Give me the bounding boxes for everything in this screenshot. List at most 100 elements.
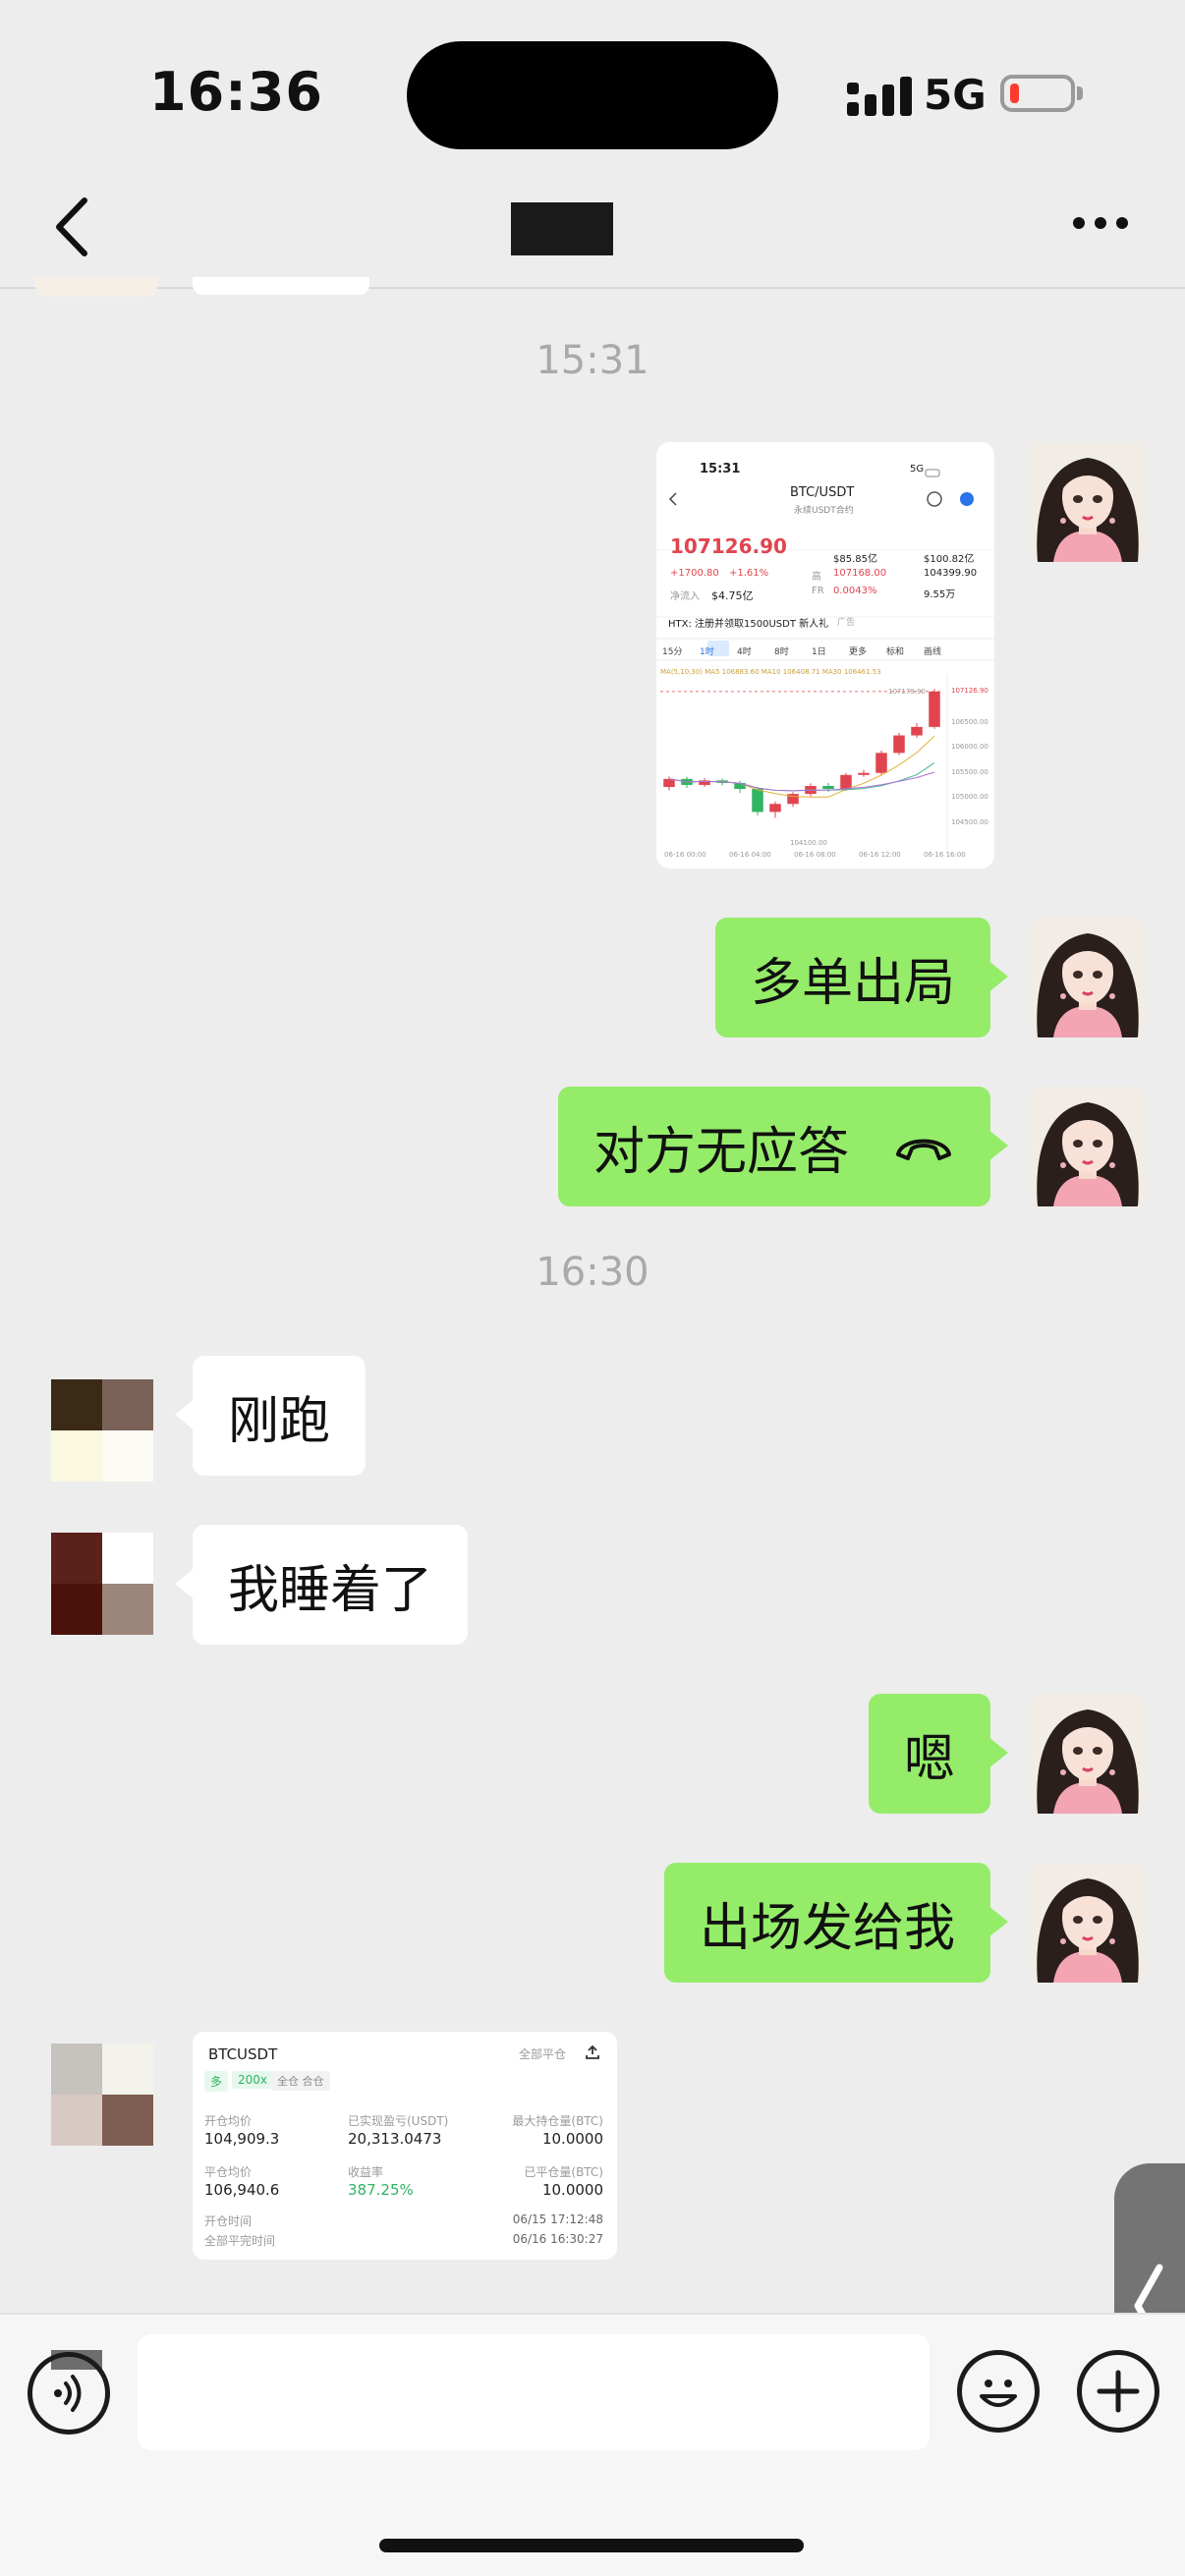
message-input[interactable]: [138, 2334, 930, 2450]
candle-body: [929, 691, 940, 727]
my-message-bubble[interactable]: 多单出局: [714, 918, 1009, 1037]
card-open-avg: 104,909.3: [204, 2130, 280, 2148]
chart-banner: HTX: 注册并领取1500USDT 新人礼: [668, 619, 829, 630]
chart-ma-legend: MA(5,10,30) MA5 106883.60 MA10 106408.71…: [660, 668, 881, 676]
contact-avatar[interactable]: [51, 2044, 153, 2146]
card-close-avg: 106,940.6: [204, 2181, 280, 2199]
nav-divider: [0, 287, 1185, 289]
chart-timeframe-tab: 画线: [924, 647, 942, 657]
share-icon: [586, 2044, 599, 2059]
chart-low-label: 104100.00: [790, 839, 827, 847]
chart-pair-sub: 永续USDT合约: [794, 506, 854, 516]
chart-x-tick-label: 06-16 00:00: [664, 851, 706, 859]
chart-timeframe-tab: 更多: [849, 647, 868, 657]
card-mode: 全仓 合仓: [271, 2071, 330, 2091]
chart-status-time: 15:31: [700, 462, 741, 476]
message-text: 出场发给我: [699, 1898, 955, 1958]
plus-icon: [1097, 2370, 1140, 2413]
emoji-button[interactable]: [957, 2350, 1040, 2433]
my-avatar[interactable]: [1028, 1863, 1148, 1983]
chart-y-tick-label: 106500.00: [951, 717, 988, 726]
battery-level: [1010, 84, 1019, 103]
contact-avatar[interactable]: [51, 1533, 153, 1635]
chart-peak-label: 107179.90: [888, 688, 926, 696]
contact-message-bubble[interactable]: 我睡着了: [174, 1525, 469, 1645]
my-avatar[interactable]: [1028, 442, 1148, 562]
candle-body: [769, 804, 781, 812]
chart-net-inflow: $4.75亿: [711, 589, 754, 602]
voice-icon: [54, 2375, 82, 2412]
card-realized-pnl: 20,313.0473: [348, 2130, 442, 2148]
chart-screenshot-message[interactable]: 15:31 5G BTC/USDT 永续USDT合约 107126.90 +17…: [656, 442, 994, 868]
more-actions-button[interactable]: [1077, 2350, 1159, 2433]
chart-y-tick-label: 104500.00: [951, 817, 988, 826]
card-open-avg-label: 开仓均价: [204, 2114, 253, 2128]
chart-pair: BTC/USDT: [790, 485, 855, 500]
status-time: 16:36: [149, 61, 323, 123]
card-realized-pnl-label: 已实现盈亏(USDT): [348, 2114, 449, 2128]
card-yield: 387.25%: [348, 2181, 414, 2199]
call-record-bubble[interactable]: 对方无应答: [557, 1087, 1009, 1206]
chart-high-label: 高: [812, 572, 821, 583]
chart-timeframe-tab: 1时: [700, 647, 714, 657]
chart-timeframe-tab: 15分: [662, 647, 683, 657]
chart-net-inflow-label: 净流入: [670, 591, 700, 602]
position-card-message[interactable]: BTCUSDT 全部平仓 多 200x 全仓 合仓 开仓均价 104,909.3…: [193, 2032, 617, 2260]
message-timestamp: 15:31: [536, 338, 649, 383]
card-open-time: 06/15 17:12:48: [512, 2212, 603, 2226]
chart-timeframe-tab: 8时: [774, 647, 789, 657]
card-close-time: 06/16 16:30:27: [512, 2232, 603, 2246]
chart-x-tick-label: 06-16 12:00: [859, 851, 901, 859]
message-text: 对方无应答: [592, 1122, 849, 1182]
more-options-icon[interactable]: [1071, 208, 1130, 238]
partial-message-bubble: [193, 277, 369, 295]
message-text: 刚跑: [228, 1391, 331, 1451]
chart-turnover: $100.82亿: [924, 554, 975, 565]
battery-cap: [1077, 86, 1083, 100]
signal-strength-icon: [847, 77, 912, 116]
card-open-time-label: 开仓时间: [204, 2214, 253, 2228]
chart-y-tick-label: 107126.90: [951, 686, 988, 695]
chart-vol-usd: $85.85亿: [833, 554, 877, 565]
my-avatar[interactable]: [1028, 1087, 1148, 1206]
chart-ad-label: 广告: [837, 618, 856, 628]
back-chevron-icon[interactable]: [45, 193, 104, 261]
chart-fr-label: FR: [812, 586, 824, 596]
emoji-icon: [980, 2380, 1017, 2407]
chart-price: 107126.90: [670, 534, 787, 558]
card-leverage: 200x: [232, 2071, 274, 2089]
chart-change-pct: +1.61%: [729, 568, 769, 579]
contact-avatar[interactable]: [51, 1379, 153, 1482]
chart-change-abs: +1700.80: [670, 568, 719, 579]
chart-timeframe-tab: 4时: [737, 647, 752, 657]
chart-timeframe-tab: 1日: [812, 647, 826, 657]
chart-y-tick-label: 105000.00: [951, 793, 988, 802]
candle-body: [875, 753, 887, 773]
dynamic-island: [407, 41, 778, 149]
chart-x-tick-label: 06-16 04:00: [729, 851, 771, 859]
chat-title: ███: [511, 202, 613, 255]
card-close-all: 全部平仓: [519, 2047, 567, 2061]
chart-timeframe-tab: 标和: [886, 647, 905, 657]
chart-vol-btc: 9.55万: [924, 589, 956, 600]
chart-fr: 0.0043%: [833, 586, 877, 596]
card-yield-label: 收益率: [348, 2165, 384, 2179]
network-type: 5G: [924, 71, 987, 119]
card-max-hold: 10.0000: [541, 2130, 603, 2148]
card-symbol: BTCUSDT: [208, 2045, 278, 2063]
battery-icon: [1000, 75, 1075, 112]
my-avatar[interactable]: [1028, 1694, 1148, 1814]
candle-body: [822, 785, 834, 790]
candle-body: [663, 778, 675, 787]
my-message-bubble[interactable]: 出场发给我: [663, 1863, 1009, 1983]
contact-message-bubble[interactable]: 刚跑: [174, 1356, 367, 1476]
candle-body: [752, 789, 763, 812]
my-avatar[interactable]: [1028, 918, 1148, 1037]
message-timestamp: 16:30: [536, 1250, 649, 1295]
chart-y-tick-label: 105500.00: [951, 767, 988, 776]
voice-input-button[interactable]: [28, 2352, 110, 2435]
my-message-bubble[interactable]: 嗯: [868, 1694, 1009, 1814]
chart-x-tick-label: 06-16 08:00: [794, 851, 836, 859]
partial-avatar: [35, 277, 157, 297]
card-close-avg-label: 平仓均价: [204, 2165, 253, 2179]
